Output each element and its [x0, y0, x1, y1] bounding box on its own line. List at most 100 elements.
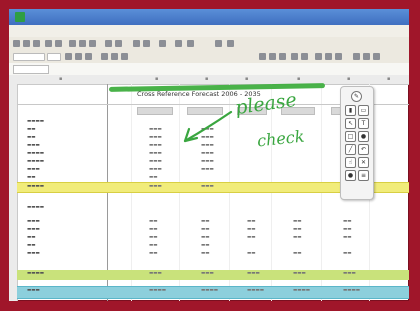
formatting-toolbar	[9, 50, 409, 64]
redo-icon[interactable]	[115, 40, 122, 47]
row-label: ▬▬▬	[27, 167, 40, 172]
menu-icon[interactable]: ≡	[358, 170, 369, 181]
font-size-select[interactable]	[47, 53, 61, 61]
decrease-decimal-icon[interactable]	[301, 53, 308, 60]
print-icon[interactable]	[45, 40, 52, 47]
column-header[interactable]: ▪	[205, 76, 208, 82]
italic-icon[interactable]	[75, 53, 82, 60]
table-row[interactable]: ▬▬▬ ▬▬ ▬▬ ▬▬ ▬▬ ▬▬	[17, 226, 409, 234]
cell-value: ▬▬▬	[201, 143, 214, 148]
row-label: ▬▬▬▬	[27, 205, 45, 210]
color-icon[interactable]: ●	[358, 131, 369, 142]
underline-icon[interactable]	[85, 53, 92, 60]
align-right-icon[interactable]	[121, 53, 128, 60]
help-icon[interactable]	[187, 40, 194, 47]
undo-ink-icon[interactable]: ↶	[358, 144, 369, 155]
year-header-cell[interactable]	[137, 107, 173, 115]
table-row[interactable]: ▬▬ ▬▬ ▬▬ ▬▬ ▬▬ ▬▬	[17, 234, 409, 242]
highlighted-grand-total-row[interactable]: ▬▬▬ ▬▬▬▬ ▬▬▬▬ ▬▬▬▬ ▬▬▬▬ ▬▬▬▬	[17, 286, 409, 299]
align-center-icon[interactable]	[111, 53, 118, 60]
column-header[interactable]: ▪	[387, 76, 390, 82]
comma-icon[interactable]	[279, 53, 286, 60]
cell-value: ▬▬	[201, 235, 210, 240]
preview-icon[interactable]	[55, 40, 62, 47]
copy-icon[interactable]	[79, 40, 86, 47]
cell-value: ▬▬▬	[293, 271, 306, 276]
chart-icon[interactable]	[159, 40, 166, 47]
font-color-icon[interactable]	[335, 53, 342, 60]
bold-icon[interactable]	[65, 53, 72, 60]
fill-color-icon[interactable]	[325, 53, 332, 60]
cell-value: ▬▬	[343, 227, 352, 232]
highlighter-icon[interactable]: ▮	[345, 105, 356, 116]
cell-value: ▬▬	[149, 175, 158, 180]
undo-icon[interactable]	[105, 40, 112, 47]
cell-value: ▬▬	[343, 235, 352, 240]
table-row[interactable]: ▬▬ ▬▬ ▬▬	[17, 242, 409, 250]
cell-value: ▬▬	[201, 243, 210, 248]
percent-icon[interactable]	[269, 53, 276, 60]
row-label: ▬▬▬▬	[27, 159, 45, 164]
cell-value: ▬▬	[247, 251, 256, 256]
cell-value: ▬▬▬▬	[247, 288, 265, 293]
eraser-icon[interactable]: ▭	[358, 105, 369, 116]
borders-icon[interactable]	[315, 53, 322, 60]
sort-icon[interactable]	[143, 40, 150, 47]
new-icon[interactable]	[13, 40, 20, 47]
cell-value: ▬▬▬	[149, 271, 162, 276]
column-header[interactable]: ▪	[245, 76, 248, 82]
shape-icon[interactable]: □	[345, 131, 356, 142]
toolbar-icon[interactable]	[353, 53, 360, 60]
row-label: ▬▬	[27, 235, 36, 240]
select-icon[interactable]: ↖	[345, 118, 356, 129]
table-row[interactable]: ▬▬▬ ▬▬ ▬▬ ▬▬ ▬▬ ▬▬	[17, 250, 409, 258]
year-header-cell[interactable]	[187, 107, 223, 115]
pen-icon[interactable]: ✎	[351, 91, 362, 102]
row-label: ▬▬▬▬	[27, 271, 45, 276]
standard-toolbar	[9, 37, 409, 51]
toolbar-icon[interactable]	[227, 40, 234, 47]
row-label: ▬▬▬▬	[27, 151, 45, 156]
align-left-icon[interactable]	[101, 53, 108, 60]
zoom-icon[interactable]	[175, 40, 182, 47]
cut-icon[interactable]	[69, 40, 76, 47]
row-label: ▬▬	[27, 175, 36, 180]
table-row[interactable]: ▬▬▬▬	[17, 204, 409, 212]
app-window: ▬▬ ▬▬ ▬▬ ▬▬ ▬▬▬ ▬▬ ▬▬	[9, 9, 409, 301]
cell-value: ▬▬▬▬	[149, 288, 167, 293]
cell-value: ▬▬	[293, 227, 302, 232]
toolbar-icon[interactable]	[215, 40, 222, 47]
open-icon[interactable]	[23, 40, 30, 47]
cell-value: ▬▬	[201, 227, 210, 232]
toolbar-icon[interactable]	[373, 53, 380, 60]
cell-value: ▬▬▬	[149, 143, 162, 148]
row-label: ▬▬▬	[27, 219, 40, 224]
black-pen-icon[interactable]: ●	[345, 170, 356, 181]
column-header[interactable]: ▪	[347, 76, 350, 82]
column-header[interactable]: ▪	[155, 76, 158, 82]
row-label: ▬▬	[27, 135, 36, 140]
row-label: ▬▬▬	[27, 288, 40, 293]
cell-value: ▬▬▬	[149, 127, 162, 132]
cell-value: ▬▬▬	[201, 127, 214, 132]
save-icon[interactable]	[33, 40, 40, 47]
toolbar-icon[interactable]	[363, 53, 370, 60]
line-icon[interactable]: ╱	[345, 144, 356, 155]
column-header[interactable]: ▪	[59, 76, 62, 82]
cell-value: ▬▬▬	[149, 184, 162, 189]
increase-decimal-icon[interactable]	[291, 53, 298, 60]
currency-icon[interactable]	[259, 53, 266, 60]
font-name-select[interactable]	[13, 53, 45, 61]
pointer-icon[interactable]: ☝	[345, 157, 356, 168]
paste-icon[interactable]	[89, 40, 96, 47]
name-box[interactable]	[13, 65, 49, 74]
clear-icon[interactable]: ✕	[358, 157, 369, 168]
column-header[interactable]: ▪	[297, 76, 300, 82]
text-icon[interactable]: T	[358, 118, 369, 129]
sum-icon[interactable]	[133, 40, 140, 47]
cell-value: ▬▬	[201, 219, 210, 224]
table-row[interactable]: ▬▬▬ ▬▬ ▬▬ ▬▬ ▬▬ ▬▬	[17, 218, 409, 226]
highlighted-subtotal-row[interactable]: ▬▬▬▬ ▬▬▬ ▬▬▬ ▬▬▬ ▬▬▬ ▬▬▬	[17, 270, 409, 280]
cell-value: ▬▬	[149, 219, 158, 224]
cell-value: ▬▬	[293, 251, 302, 256]
